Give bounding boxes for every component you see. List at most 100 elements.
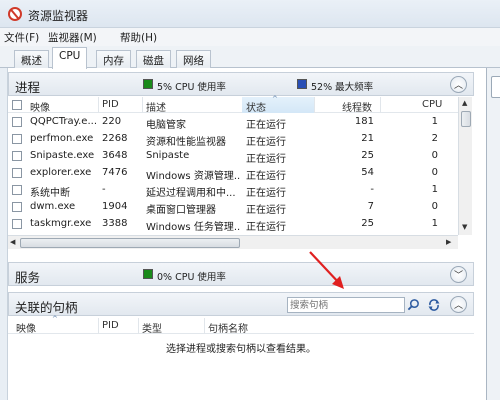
col-image[interactable]: 映像	[30, 99, 50, 114]
max-frequency-label: 52% 最大频率	[311, 82, 374, 93]
col-pid[interactable]: PID	[102, 320, 119, 331]
column-divider[interactable]	[314, 97, 315, 113]
process-threads: -	[370, 184, 374, 195]
process-image: 系统中断	[30, 188, 70, 199]
menu-bar: 文件(F) 监视器(M) 帮助(H)	[0, 28, 500, 46]
column-divider[interactable]	[98, 318, 99, 334]
process-cpu: 2	[431, 133, 438, 144]
process-image: explorer.exe	[30, 167, 92, 178]
menu-help[interactable]: 帮助(H)	[120, 30, 157, 45]
col-handle-name[interactable]: 句柄名称	[208, 320, 248, 335]
process-description: Snipaste	[146, 150, 190, 161]
process-image: QQPCTray.e...	[30, 116, 97, 127]
col-image[interactable]: 映像	[16, 320, 36, 335]
process-threads: 21	[361, 133, 374, 144]
process-row[interactable]: taskmgr.exe 3388 Windows 任务管理... 正在运行 25…	[8, 216, 458, 233]
scroll-left-arrow-icon[interactable]: ◀	[10, 238, 15, 246]
cpu-usage-swatch	[143, 79, 153, 89]
tab-bar: 概述 CPU 内存 磁盘 网络	[0, 46, 500, 69]
handle-search-box[interactable]	[287, 297, 405, 313]
column-divider[interactable]	[204, 318, 205, 334]
col-type[interactable]: 类型	[142, 320, 162, 335]
collapse-handles-button[interactable]: ︿	[450, 296, 467, 313]
tab-overview[interactable]: 概述	[14, 50, 49, 68]
handles-title: 关联的句柄	[15, 300, 78, 315]
row-checkbox[interactable]	[12, 168, 22, 178]
left-gutter	[0, 68, 8, 400]
process-row[interactable]: QQPCTray.e... 220 电脑管家 正在运行 181 1	[8, 114, 458, 131]
scroll-down-arrow-icon[interactable]: ▼	[462, 223, 467, 231]
row-checkbox[interactable]	[12, 117, 22, 127]
process-description: 资源和性能监视器	[146, 137, 226, 148]
select-all-checkbox[interactable]	[12, 100, 22, 110]
cpu-usage-label: 5% CPU 使用率	[157, 82, 226, 93]
process-cpu: 0	[431, 201, 438, 212]
tab-memory[interactable]: 内存	[96, 50, 131, 68]
process-row[interactable]: Snipaste.exe 3648 Snipaste 正在运行 25 0	[8, 148, 458, 165]
col-status[interactable]: 状态	[242, 97, 314, 114]
menu-file[interactable]: 文件(F)	[4, 30, 39, 45]
handles-header[interactable]: 关联的句柄 ︿	[8, 292, 474, 316]
chevron-up-icon: ︿	[454, 301, 464, 311]
window-title: 资源监视器	[28, 9, 89, 23]
process-cpu: 1	[431, 218, 438, 229]
process-status: 正在运行	[246, 222, 286, 233]
processes-horizontal-scrollbar[interactable]: ◀ ▶	[8, 235, 458, 249]
column-divider[interactable]	[138, 318, 139, 334]
row-checkbox[interactable]	[12, 134, 22, 144]
process-row[interactable]: dwm.exe 1904 桌面窗口管理器 正在运行 7 0	[8, 199, 458, 216]
process-row[interactable]: perfmon.exe 2268 资源和性能监视器 正在运行 21 2	[8, 131, 458, 148]
row-checkbox[interactable]	[12, 151, 22, 161]
column-divider[interactable]	[380, 97, 381, 113]
annotation-arrow	[309, 251, 344, 289]
tab-network[interactable]: 网络	[176, 50, 211, 68]
title-bar: 资源监视器	[0, 0, 500, 28]
process-status: 正在运行	[246, 137, 286, 148]
search-icon[interactable]	[407, 298, 420, 311]
max-frequency-swatch	[297, 79, 307, 89]
col-description[interactable]: 描述	[146, 99, 166, 114]
process-description: 桌面窗口管理器	[146, 205, 216, 216]
process-status: 正在运行	[246, 154, 286, 165]
process-row[interactable]: explorer.exe 7476 Windows 资源管理... 正在运行 5…	[8, 165, 458, 182]
chevron-up-icon: ︿	[454, 81, 464, 91]
collapse-processes-button[interactable]: ︿	[450, 76, 467, 93]
processes-title: 进程	[15, 80, 41, 95]
process-description: Windows 资源管理...	[146, 171, 240, 182]
process-row[interactable]: 系统中断 - 延迟过程调用和中... 正在运行 - 1	[8, 182, 458, 199]
scroll-right-arrow-icon[interactable]: ▶	[446, 238, 451, 246]
expand-services-button[interactable]: ﹀	[450, 266, 467, 283]
column-divider[interactable]	[142, 97, 143, 113]
col-cpu[interactable]: CPU	[422, 99, 442, 110]
scrollbar-thumb[interactable]	[461, 111, 471, 127]
col-threads[interactable]: 线程数	[342, 99, 372, 114]
row-checkbox[interactable]	[12, 219, 22, 229]
process-threads: 7	[367, 201, 374, 212]
sort-arrow-icon: ^	[52, 315, 58, 323]
main-panel: 进程 5% CPU 使用率 52% 最大频率 ︿ 映像 PID 描述 状态 ^ …	[8, 70, 474, 400]
row-checkbox[interactable]	[12, 185, 22, 195]
processes-vertical-scrollbar[interactable]: ▲ ▼	[458, 97, 472, 235]
processes-header[interactable]: 进程 5% CPU 使用率 52% 最大频率 ︿	[8, 72, 474, 96]
refresh-icon[interactable]	[427, 298, 441, 312]
services-header[interactable]: 服务 0% CPU 使用率 ﹀	[8, 262, 474, 286]
tab-disk[interactable]: 磁盘	[136, 50, 171, 68]
process-pid: 2268	[102, 133, 128, 144]
menu-monitor[interactable]: 监视器(M)	[48, 30, 97, 45]
tab-cpu[interactable]: CPU	[52, 47, 88, 69]
services-cpu-label: 0% CPU 使用率	[157, 272, 226, 283]
row-checkbox[interactable]	[12, 202, 22, 212]
handle-search-input[interactable]	[290, 299, 382, 312]
col-pid[interactable]: PID	[102, 99, 119, 110]
graph-pane-edge[interactable]	[486, 68, 500, 400]
process-threads: 54	[361, 167, 374, 178]
process-image: taskmgr.exe	[30, 218, 92, 229]
chevron-down-icon: ﹀	[454, 271, 464, 281]
column-divider[interactable]	[98, 97, 99, 113]
horizontal-scrollbar-thumb[interactable]	[20, 238, 240, 248]
process-threads: 25	[361, 150, 374, 161]
process-pid: 1904	[102, 201, 128, 212]
scroll-up-arrow-icon[interactable]: ▲	[462, 99, 467, 107]
process-description: 电脑管家	[146, 120, 186, 131]
process-cpu: 0	[431, 150, 438, 161]
